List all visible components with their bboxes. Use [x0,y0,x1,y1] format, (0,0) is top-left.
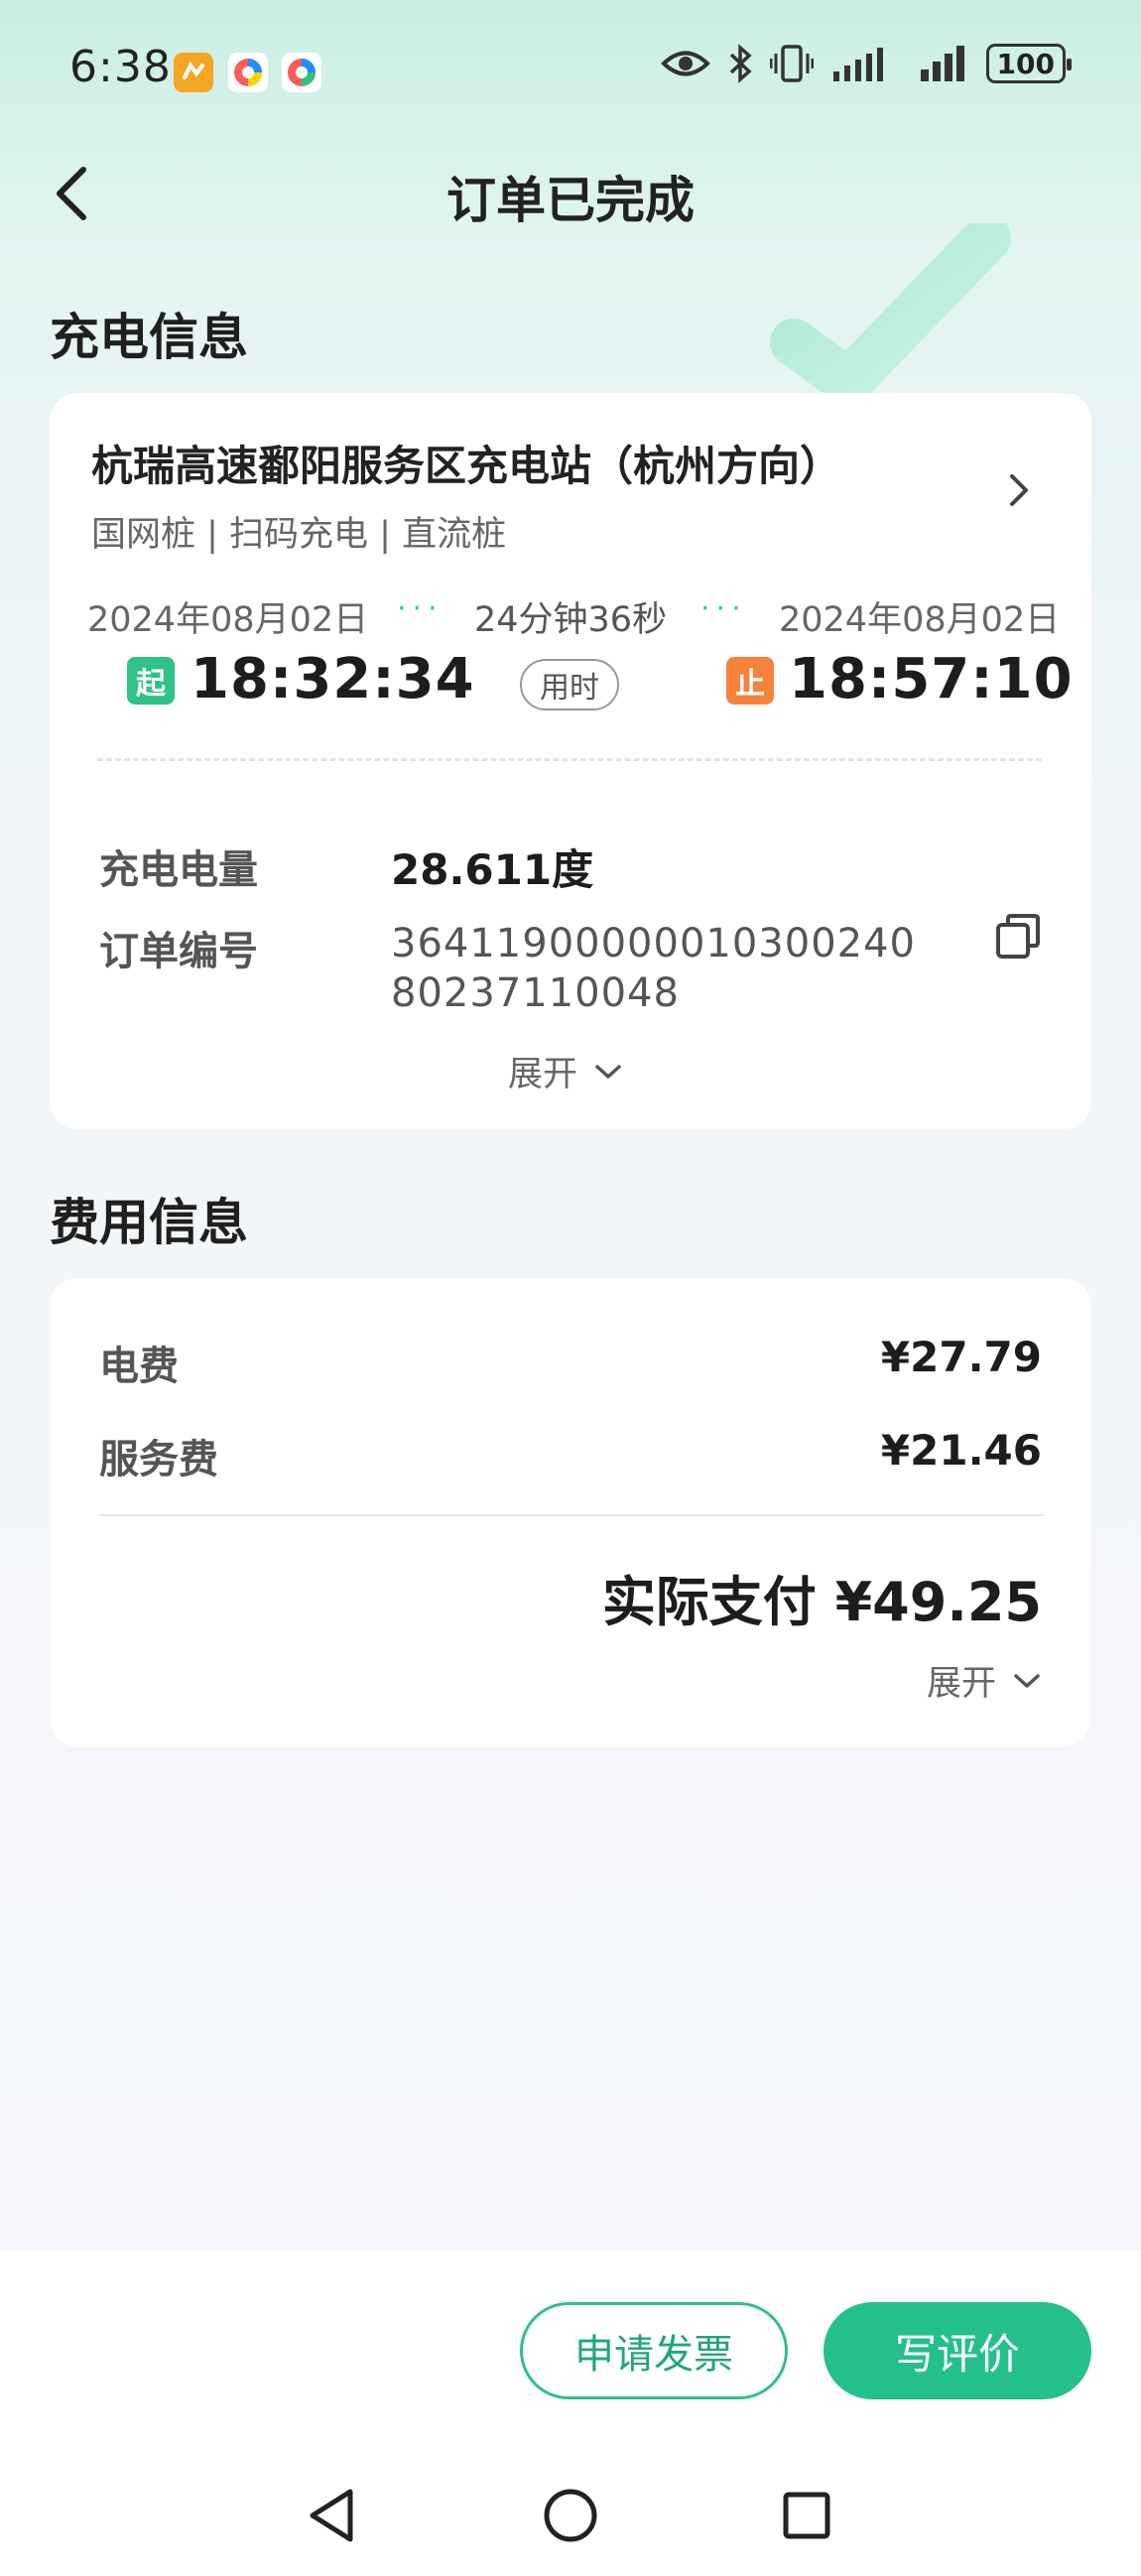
nav-recents-button[interactable] [772,2481,841,2550]
energy-value: 28.611度 [391,845,594,894]
service-fee-value: ¥21.46 [880,1426,1042,1475]
section-title-fees: 费用信息 [50,1194,248,1251]
order-number-value: 36411900000010300240 80237110048 [391,919,916,1018]
vibrate-icon [769,45,814,82]
signal-icon [832,48,883,81]
dashed-divider [97,758,1042,761]
electricity-fee-label: 电费 [99,1344,179,1389]
energy-label: 充电电量 [99,847,258,893]
square-recents-icon [783,2492,830,2539]
chevron-right-icon[interactable] [1004,470,1034,510]
section-title-charging: 充电信息 [50,309,248,366]
status-time: 6:38 [69,42,172,92]
duration-pill: 用时 [520,659,619,710]
end-time: 18:57:10 [789,647,1074,711]
page-title: 订单已完成 [446,172,695,229]
status-icons: 100 [660,44,1073,83]
nav-home-button[interactable] [536,2481,605,2550]
chevron-down-icon [1014,1673,1040,1688]
checkmark-decoration-icon [770,223,1011,402]
triangle-back-icon [310,2489,353,2542]
electricity-fee-value: ¥27.79 [880,1333,1042,1381]
apply-invoice-button[interactable]: 申请发票 [520,2302,788,2399]
write-review-button[interactable]: 写评价 [824,2302,1091,2399]
start-badge: 起 [127,657,175,705]
start-time: 18:32:34 [190,647,475,711]
order-number-line: 80237110048 [391,970,680,1016]
dots-divider: ··· [397,591,444,626]
station-tags: 国网桩 | 扫码充电 | 直流桩 [91,515,507,555]
order-number-label: 订单编号 [99,929,258,974]
charging-info-card [50,393,1091,1129]
battery-indicator: 100 [985,44,1073,83]
signal-icon [920,46,964,81]
station-name[interactable]: 杭瑞高速鄱阳服务区充电站（杭州方向） [91,433,841,493]
end-badge: 止 [726,657,774,705]
duration-text: 24分钟36秒 [474,600,668,640]
app-notification-icon [174,53,213,92]
eye-icon [660,51,710,76]
start-date: 2024年08月02日 [87,600,369,640]
app-notification-icon [282,53,321,92]
app-notification-icon [228,53,268,92]
fee-expand-button[interactable]: 展开 [927,1655,1042,1706]
expand-label: 展开 [508,1055,578,1095]
end-date: 2024年08月02日 [779,600,1061,640]
fee-divider [99,1514,1044,1516]
expand-label: 展开 [926,1664,996,1704]
dots-divider: ··· [700,591,747,626]
bluetooth-icon [729,44,752,83]
chevron-down-icon [595,1064,621,1079]
total-paid: 实际支付 ¥49.25 [601,1571,1042,1633]
copy-icon[interactable] [992,911,1044,963]
charging-expand-button[interactable]: 展开 [508,1046,623,1096]
circle-home-icon [544,2489,597,2542]
order-number-line: 36411900000010300240 [391,921,916,966]
nav-back-button[interactable] [298,2481,367,2550]
service-fee-label: 服务费 [99,1437,218,1482]
